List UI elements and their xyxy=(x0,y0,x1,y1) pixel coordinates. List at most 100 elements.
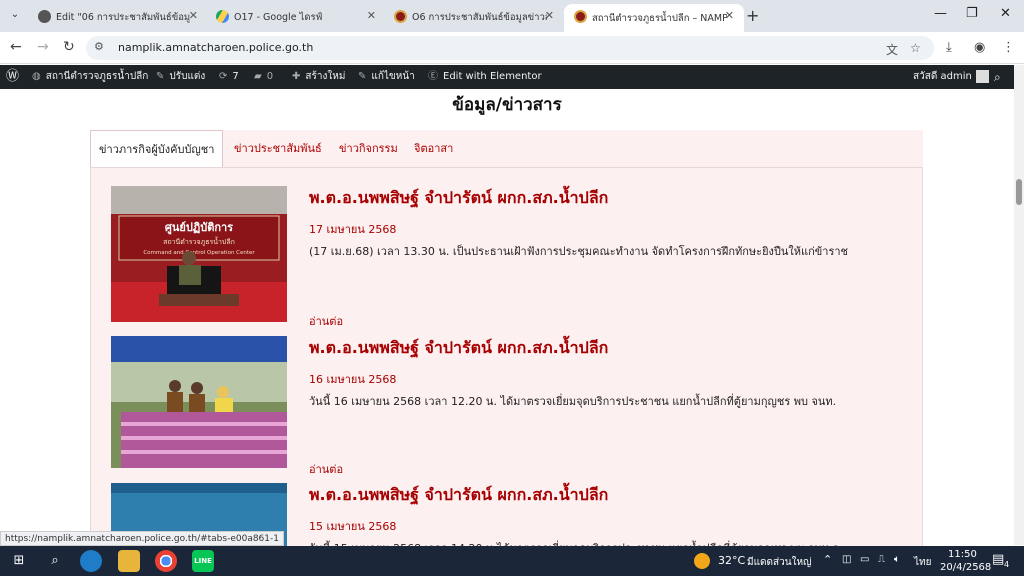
post-date: 15 เมษายน 2568 xyxy=(309,520,397,533)
post-title[interactable]: พ.ต.อ.นพพสิษฐ์ จำปารัตน์ ผกก.สภ.น้ำปลีก xyxy=(309,186,608,211)
wordpress-favicon-icon xyxy=(38,10,51,23)
edit-page-label: แก้ไขหน้า xyxy=(371,71,415,82)
greeting-label: สวัสดี admin xyxy=(913,71,972,82)
close-tab-icon[interactable]: ✕ xyxy=(545,9,554,22)
scrollbar-thumb[interactable] xyxy=(1016,179,1022,205)
tab-public-relations[interactable]: ข่าวประชาสัมพันธ์ xyxy=(226,130,330,168)
tab-title: สถานีตำรวจภูธรน้ำปลีก – NAMPLIK xyxy=(592,12,727,24)
weather-sun-icon xyxy=(694,553,710,569)
menu-kebab-icon[interactable]: ⋮ xyxy=(1002,40,1015,55)
browser-tab-strip: ⌄ Edit "06 การประชาสัมพันธ์ข้อมูลข่าวสาร… xyxy=(0,0,1024,32)
close-tab-icon[interactable]: ✕ xyxy=(367,9,376,22)
avatar xyxy=(975,69,989,83)
post-title[interactable]: พ.ต.อ.นพพสิษฐ์ จำปารัตน์ ผกก.สภ.น้ำปลีก xyxy=(309,336,608,361)
browser-tab[interactable]: O17 - Google ไดรฟ์ ✕ xyxy=(206,4,386,30)
sign-text: Command and Control Operation Center xyxy=(143,250,255,256)
dashboard-icon: ◍ xyxy=(32,71,41,82)
site-info-icon[interactable]: ⚙ xyxy=(94,40,104,53)
weather-description[interactable]: มีแดดส่วนใหญ่ xyxy=(747,555,812,570)
customize-label: ปรับแต่ง xyxy=(169,71,206,82)
google-drive-favicon-icon xyxy=(216,10,229,23)
post-date: 16 เมษายน 2568 xyxy=(309,373,397,386)
tab-activities[interactable]: ข่าวกิจกรรม xyxy=(331,130,406,168)
browser-tab[interactable]: Edit "06 การประชาสัมพันธ์ข้อมูลข่าวสาร ✕ xyxy=(28,4,208,30)
windows-start-icon[interactable]: ⊞ xyxy=(8,550,30,572)
weather-temperature[interactable]: 32°C xyxy=(718,554,745,567)
close-window-icon[interactable]: ✕ xyxy=(1000,6,1011,21)
volume-icon[interactable]: 🔈︎ xyxy=(894,554,900,565)
comment-icon: ▰ xyxy=(254,71,262,82)
admin-bar-comments[interactable]: ▰ 0 xyxy=(254,65,273,89)
post-title[interactable]: พ.ต.อ.นพพสิษฐ์ จำปารัตน์ ผกก.สภ.น้ำปลีก xyxy=(309,483,608,508)
admin-bar-edit-page[interactable]: ✎ แก้ไขหน้า xyxy=(358,65,415,89)
status-bar-url: https://namplik.amnatcharoen.police.go.t… xyxy=(0,531,284,546)
tab-title: O6 การประชาสัมพันธ์ข้อมูลข่าวสาร xyxy=(412,11,547,23)
post-thumbnail[interactable]: ศูนย์ปฏิบัติการ สถานีตำรวจภูธรน้ำปลีก Co… xyxy=(111,186,287,322)
admin-bar-updates[interactable]: ⟳ 7 xyxy=(219,65,239,89)
download-icon[interactable]: ⤓ xyxy=(946,40,952,55)
admin-bar-account[interactable]: สวัสดี admin xyxy=(913,65,989,89)
wp-admin-bar: Ⓦ ◍ สถานีตำรวจภูธรน้ำปลีก ✎ ปรับแต่ง ⟳ 7 ▰ 0… xyxy=(0,65,1018,89)
minimize-icon[interactable]: — xyxy=(934,6,947,21)
battery-icon[interactable]: ▭ xyxy=(860,554,869,565)
notification-icon[interactable]: ▤ xyxy=(992,552,1004,567)
network-icon[interactable]: ⎍ xyxy=(878,554,885,565)
meet-icon[interactable]: ◫ xyxy=(842,554,851,565)
address-bar-row: ← → ↻ ⚙ namplik.amnatcharoen.police.go.t… xyxy=(0,32,1024,64)
browser-tab-active[interactable]: สถานีตำรวจภูธรน้ำปลีก – NAMPLIK ✕ xyxy=(564,4,744,32)
close-tab-icon[interactable]: ✕ xyxy=(189,9,198,22)
tab-search-button[interactable]: ⌄ xyxy=(6,6,24,24)
admin-bar-elementor[interactable]: Ⓔ Edit with Elementor xyxy=(428,65,542,89)
close-tab-icon[interactable]: ✕ xyxy=(725,9,734,22)
line-app-icon[interactable]: LINE xyxy=(192,550,214,572)
clock-date[interactable]: 20/4/2568 xyxy=(940,562,991,573)
forward-icon[interactable]: → xyxy=(37,39,49,55)
read-more-link[interactable]: อ่านต่อ xyxy=(309,312,343,330)
comments-count: 0 xyxy=(266,71,274,82)
elementor-icon: Ⓔ xyxy=(428,71,438,82)
chevron-up-icon[interactable]: ⌃ xyxy=(823,553,832,566)
edge-browser-icon[interactable] xyxy=(80,550,102,572)
omnibox[interactable]: ⚙ namplik.amnatcharoen.police.go.th 文 ☆ xyxy=(86,36,934,60)
admin-bar-site-name[interactable]: ◍ สถานีตำรวจภูธรน้ำปลีก xyxy=(32,65,148,89)
file-explorer-icon[interactable] xyxy=(118,550,140,572)
new-label: สร้างใหม่ xyxy=(305,71,346,82)
post-date: 17 เมษายน 2568 xyxy=(309,223,397,236)
read-more-link[interactable]: อ่านต่อ xyxy=(309,460,343,478)
tab-volunteer[interactable]: จิตอาสา xyxy=(406,130,461,168)
brush-icon: ✎ xyxy=(156,71,165,82)
tab-title: O17 - Google ไดรฟ์ xyxy=(234,11,323,23)
updates-icon: ⟳ xyxy=(219,71,228,82)
translate-icon[interactable]: 文 xyxy=(886,41,898,58)
site-name-label: สถานีตำรวจภูธรน้ำปลีก xyxy=(45,71,149,82)
chrome-icon[interactable] xyxy=(155,550,177,572)
news-tabs-nav: ข่าวภารกิจผู้บังคับบัญชา ข่าวประชาสัมพัน… xyxy=(90,130,923,168)
page-scrollbar[interactable] xyxy=(1014,65,1024,545)
profile-icon[interactable]: ◉ xyxy=(974,40,985,55)
tab-title: Edit "06 การประชาสัมพันธ์ข้อมูลข่าวสาร xyxy=(56,11,191,23)
back-icon[interactable]: ← xyxy=(10,39,22,55)
search-icon[interactable]: ⌕ xyxy=(44,550,66,572)
pencil-icon: ✎ xyxy=(358,71,367,82)
sign-text: ศูนย์ปฏิบัติการ xyxy=(165,221,233,235)
post-excerpt: (17 เม.ย.68) เวลา 13.30 น. เป็นประธานเฝ้… xyxy=(309,245,849,258)
language-indicator[interactable]: ไทย xyxy=(914,555,931,570)
restore-icon[interactable]: ❐ xyxy=(966,6,978,21)
browser-tab[interactable]: O6 การประชาสัมพันธ์ข้อมูลข่าวสาร ✕ xyxy=(384,4,564,30)
post-excerpt: วันนี้ 16 เมษายน 2568 เวลา 12.20 น. ได้ม… xyxy=(309,395,837,408)
tab-panel: ศูนย์ปฏิบัติการ สถานีตำรวจภูธรน้ำปลีก Co… xyxy=(90,167,923,555)
notification-count: 4 xyxy=(1004,560,1010,569)
admin-bar-new[interactable]: ✚ สร้างใหม่ xyxy=(292,65,345,89)
post-thumbnail[interactable] xyxy=(111,336,287,468)
bookmark-star-icon[interactable]: ☆ xyxy=(910,41,921,55)
new-tab-button[interactable]: + xyxy=(746,6,759,25)
url-text[interactable]: namplik.amnatcharoen.police.go.th xyxy=(118,41,313,54)
wordpress-logo-icon[interactable]: Ⓦ xyxy=(6,65,19,89)
clock-time[interactable]: 11:50 xyxy=(948,549,977,560)
tab-commander-news[interactable]: ข่าวภารกิจผู้บังคับบัญชา xyxy=(90,130,224,168)
search-icon[interactable]: ⌕ xyxy=(994,65,1001,89)
police-favicon-icon xyxy=(574,10,587,23)
updates-count: 7 xyxy=(232,71,239,82)
reload-icon[interactable]: ↻ xyxy=(63,39,75,55)
admin-bar-customize[interactable]: ✎ ปรับแต่ง xyxy=(156,65,205,89)
